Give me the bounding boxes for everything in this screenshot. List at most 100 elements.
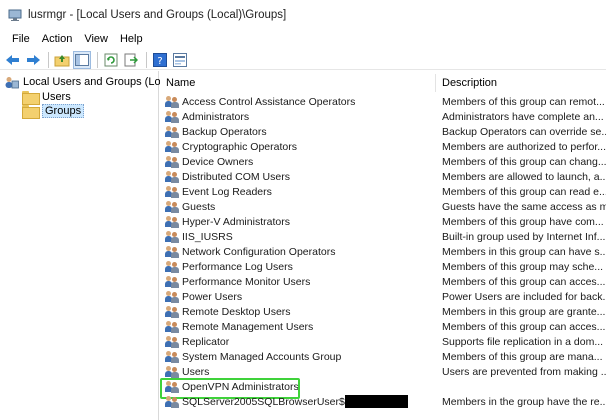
- group-icon: [165, 350, 179, 363]
- group-name: Access Control Assistance Operators: [182, 95, 356, 108]
- table-row[interactable]: Distributed COM Users Members are allowe…: [160, 169, 606, 184]
- show-hide-tree-icon[interactable]: [73, 50, 91, 69]
- group-description: Members of this group may sche...: [442, 260, 604, 273]
- group-name: Users: [182, 365, 210, 378]
- help-icon[interactable]: ?: [151, 51, 169, 69]
- menu-help[interactable]: Help: [114, 33, 149, 45]
- toolbar: ?: [0, 50, 606, 70]
- menu-file[interactable]: File: [6, 33, 36, 45]
- group-icon: [165, 125, 179, 138]
- group-description: Members of this group have com...: [442, 215, 604, 228]
- table-row[interactable]: Power Users Power Users are included for…: [160, 289, 606, 304]
- back-icon[interactable]: [4, 51, 22, 69]
- group-list: Access Control Assistance Operators Memb…: [160, 94, 606, 409]
- group-icon: [165, 290, 179, 303]
- table-row[interactable]: Guests Guests have the same access as m.…: [160, 199, 606, 214]
- table-row[interactable]: Hyper-V Administrators Members of this g…: [160, 214, 606, 229]
- column-header-description[interactable]: Description: [436, 74, 606, 92]
- export-list-icon[interactable]: [122, 51, 140, 69]
- group-name: Cryptographic Operators: [182, 140, 297, 153]
- up-folder-icon[interactable]: [53, 51, 71, 69]
- menu-action[interactable]: Action: [36, 33, 79, 45]
- group-description: Power Users are included for back...: [442, 290, 606, 303]
- redacted-text-block: [344, 395, 408, 408]
- group-name: Performance Monitor Users: [182, 275, 311, 288]
- computer-management-icon: [8, 8, 22, 22]
- table-row-highlighted[interactable]: OpenVPN Administrators: [160, 378, 606, 399]
- tree-root-label: Local Users and Groups (Local): [23, 76, 179, 88]
- tree-item-groups-label: Groups: [42, 104, 85, 118]
- table-row[interactable]: Cryptographic Operators Members are auth…: [160, 139, 606, 154]
- toolbar-separator: [146, 51, 147, 68]
- table-row[interactable]: Users Users are prevented from making ..…: [160, 364, 606, 379]
- menu-view[interactable]: View: [78, 33, 114, 45]
- table-row[interactable]: Administrators Administrators have compl…: [160, 109, 606, 124]
- table-row[interactable]: SQLServer2005SQLBrowserUser$ Members in …: [160, 394, 606, 409]
- group-description: Built-in group used by Internet Inf...: [442, 230, 606, 243]
- tree-pane: Local Users and Groups (Local) Users Gro…: [0, 71, 178, 420]
- group-description: Members of this group can chang...: [442, 155, 606, 168]
- table-row[interactable]: Remote Desktop Users Members in this gro…: [160, 304, 606, 319]
- table-row[interactable]: Performance Log Users Members of this gr…: [160, 259, 606, 274]
- refresh-icon[interactable]: [102, 51, 120, 69]
- table-row[interactable]: Backup Operators Backup Operators can ov…: [160, 124, 606, 139]
- table-row[interactable]: Remote Management Users Members of this …: [160, 319, 606, 334]
- table-row[interactable]: IIS_IUSRS Built-in group used by Interne…: [160, 229, 606, 244]
- group-description: Administrators have complete an...: [442, 110, 604, 123]
- group-description: Guests have the same access as m...: [442, 200, 606, 213]
- table-row[interactable]: Device Owners Members of this group can …: [160, 154, 606, 169]
- group-name: Administrators: [182, 110, 250, 123]
- table-row[interactable]: System Managed Accounts Group Members of…: [160, 349, 606, 364]
- column-header-name[interactable]: Name: [160, 74, 436, 92]
- group-name: Replicator: [182, 335, 230, 348]
- window-title: lusrmgr - [Local Users and Groups (Local…: [28, 9, 287, 21]
- table-row[interactable]: Access Control Assistance Operators Memb…: [160, 94, 606, 109]
- local-users-groups-icon: [5, 76, 19, 89]
- menu-bar: File Action View Help: [0, 30, 606, 48]
- group-icon: [165, 395, 179, 408]
- group-name: SQLServer2005SQLBrowserUser$: [182, 395, 345, 408]
- svg-text:?: ?: [157, 56, 162, 67]
- table-row[interactable]: Network Configuration Operators Members …: [160, 244, 606, 259]
- group-description: Members in this group can have s...: [442, 245, 606, 258]
- group-icon: [165, 215, 179, 228]
- folder-icon: [22, 105, 40, 119]
- group-icon: [165, 335, 179, 348]
- tree-item-users-label: Users: [42, 91, 71, 103]
- group-name: Network Configuration Operators: [182, 245, 336, 258]
- group-name: Event Log Readers: [182, 185, 272, 198]
- group-description: Members of this group can acces...: [442, 320, 606, 333]
- group-icon: [165, 140, 179, 153]
- group-description: Members are allowed to launch, a...: [442, 170, 606, 183]
- group-name: IIS_IUSRS: [182, 230, 233, 243]
- table-row[interactable]: Performance Monitor Users Members of thi…: [160, 274, 606, 289]
- list-header: Name Description: [160, 74, 606, 92]
- properties-icon[interactable]: [171, 51, 189, 69]
- group-icon: [165, 185, 179, 198]
- group-name: System Managed Accounts Group: [182, 350, 342, 363]
- group-name: Remote Desktop Users: [182, 305, 291, 318]
- group-description: Supports file replication in a dom...: [442, 335, 604, 348]
- tree-item-groups[interactable]: Groups: [22, 103, 85, 119]
- group-icon: [165, 245, 179, 258]
- group-icon: [165, 365, 179, 378]
- group-description: Members of this group can read e...: [442, 185, 606, 198]
- group-icon: [165, 230, 179, 243]
- table-row[interactable]: Event Log Readers Members of this group …: [160, 184, 606, 199]
- group-icon: [165, 170, 179, 183]
- folder-icon: [22, 91, 40, 105]
- tree-root[interactable]: Local Users and Groups (Local): [5, 74, 178, 90]
- group-icon: [165, 380, 179, 393]
- group-icon: [165, 155, 179, 168]
- group-description: Members in this group are grante...: [442, 305, 606, 318]
- group-description: Members of this group can acces...: [442, 275, 606, 288]
- table-row[interactable]: Replicator Supports file replication in …: [160, 334, 606, 349]
- group-name: Performance Log Users: [182, 260, 293, 273]
- group-description: Members of this group can remot...: [442, 95, 605, 108]
- forward-icon[interactable]: [24, 51, 42, 69]
- group-description: Members of this group are mana...: [442, 350, 603, 363]
- group-description: Users are prevented from making ...: [442, 365, 606, 378]
- group-name: Remote Management Users: [182, 320, 314, 333]
- group-name: Guests: [182, 200, 216, 213]
- list-pane: Name Description Access Control Assistan…: [160, 71, 606, 420]
